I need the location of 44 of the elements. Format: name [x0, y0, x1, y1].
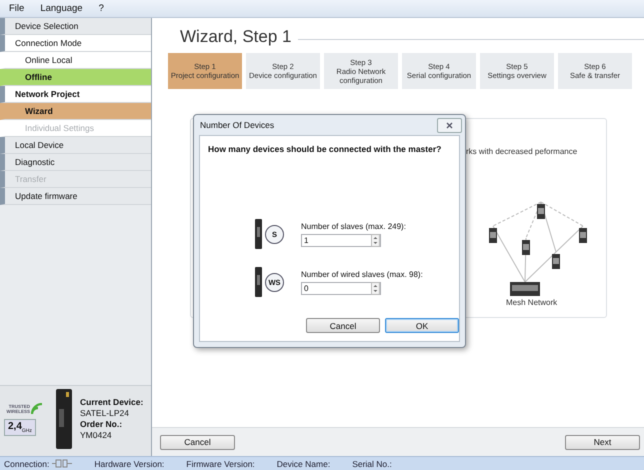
number-field[interactable]: 1 — [301, 234, 381, 246]
connector-icon — [52, 459, 72, 468]
close-button[interactable] — [437, 118, 462, 132]
sidebar-subitem[interactable]: Online Local — [0, 52, 151, 69]
dialog-button[interactable]: Cancel — [306, 318, 380, 333]
spinner-icon[interactable] — [371, 282, 380, 294]
device-icon — [255, 219, 262, 249]
device-drawing — [54, 389, 74, 449]
device-icon — [255, 267, 262, 297]
sidebar-item[interactable]: Local Device — [0, 137, 151, 154]
menu-item[interactable]: ? — [98, 3, 105, 14]
dialog-question: How many devices should be connected with the master? — [207, 143, 442, 154]
menu-item[interactable]: File — [8, 3, 26, 14]
status-label: Connection: — [4, 458, 50, 468]
status-label: Device Name: — [276, 458, 330, 468]
sidebar-item[interactable]: Diagnostic — [0, 154, 151, 171]
spinner-icon[interactable] — [371, 234, 380, 246]
status-label: Hardware Version: — [94, 458, 164, 468]
diagram-caption: Mesh Network — [506, 298, 558, 307]
card-text: rks with decreased peformance — [466, 147, 578, 156]
signal-icon — [31, 402, 43, 414]
sidebar-subitem[interactable]: Wizard — [0, 103, 151, 120]
field-label: Number of slaves (max. 249): — [301, 222, 406, 230]
footer-button[interactable]: Cancel — [160, 434, 235, 450]
order-number-value: YM0424 — [80, 430, 113, 441]
sidebar-item[interactable]: Update firmware — [0, 188, 151, 205]
status-label: Serial No.: — [352, 458, 392, 468]
frequency-label: 2,4$_{GHz}$ — [4, 418, 36, 436]
order-number-label: Order No.: — [80, 419, 124, 430]
sidebar-subitem[interactable]: Offline — [0, 69, 151, 86]
footer-button[interactable]: Next — [565, 434, 640, 450]
sidebar-item[interactable]: Network Project — [0, 86, 151, 103]
current-device-label: Current Device: — [80, 397, 144, 408]
status-label: Firmware Version: — [186, 458, 255, 468]
current-device-value: SATEL-LP24 — [80, 408, 130, 419]
sidebar-item[interactable]: Connection Mode — [0, 35, 151, 52]
menu-item[interactable]: Language — [39, 3, 84, 14]
dialog-button[interactable]: OK — [385, 318, 459, 333]
dialog-title: Number Of Devices — [200, 120, 274, 130]
sidebar-item[interactable]: Device Selection — [0, 18, 151, 35]
number-field[interactable]: 0 — [301, 282, 381, 294]
close-icon — [446, 122, 453, 128]
page-title: Wizard, Step 1 — [180, 27, 292, 47]
field-label: Number of wired slaves (max. 98): — [301, 270, 423, 278]
